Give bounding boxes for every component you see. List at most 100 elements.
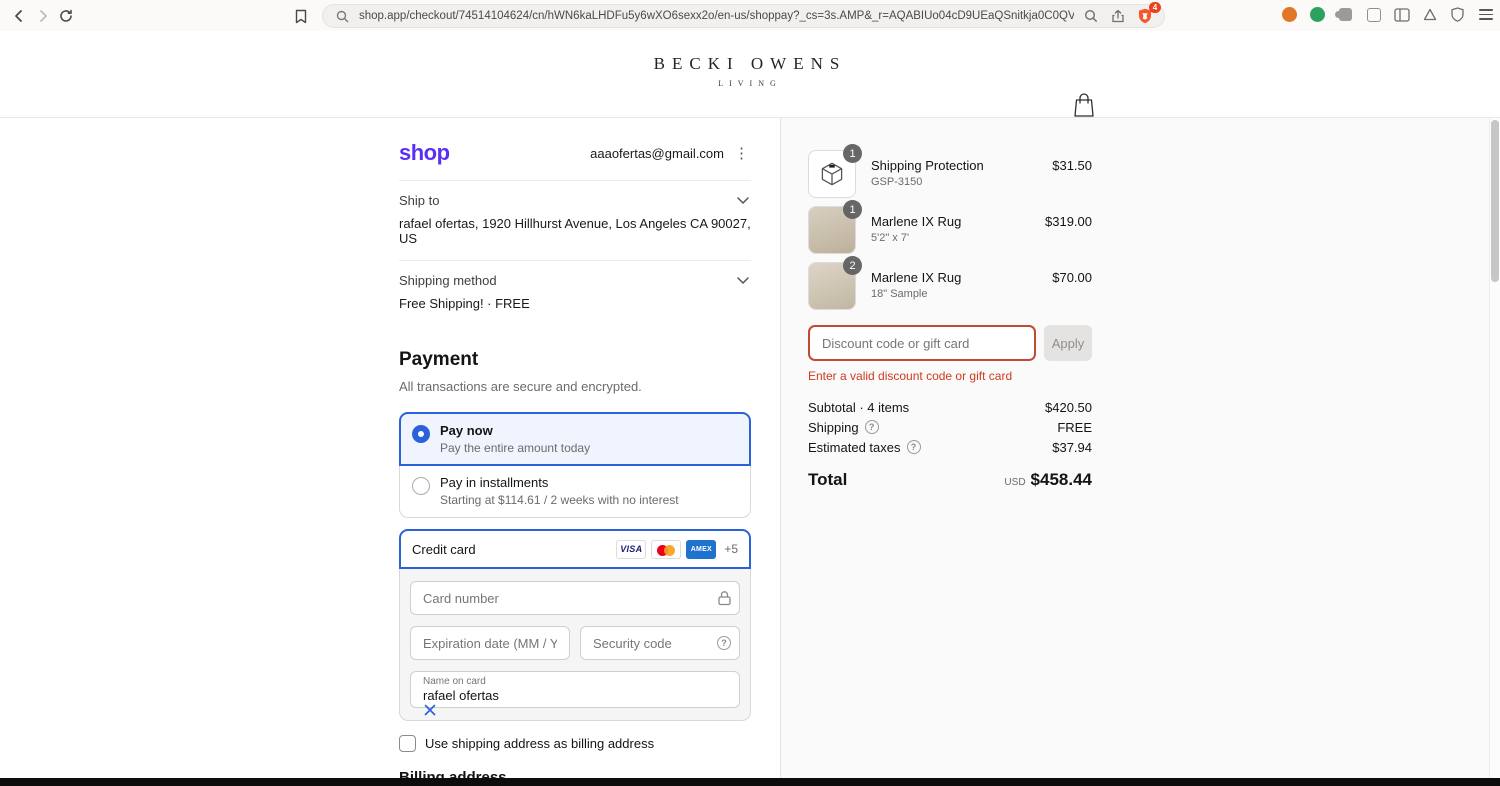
extension-green-icon[interactable] bbox=[1308, 5, 1327, 24]
cart-item: 2 Marlene IX Rug 18" Sample $70.00 bbox=[808, 256, 1092, 310]
shipping-help-icon[interactable] bbox=[864, 420, 879, 434]
apply-discount-button[interactable]: Apply bbox=[1044, 325, 1092, 361]
name-on-card-field[interactable]: Name on card rafael ofertas bbox=[410, 671, 740, 716]
bookmarks-icon[interactable] bbox=[290, 5, 312, 27]
quantity-badge: 1 bbox=[843, 144, 862, 163]
payment-options: Pay now Pay the entire amount today Pay … bbox=[399, 412, 751, 518]
shipping-method-chevron-down-icon[interactable] bbox=[735, 275, 751, 286]
browser-toolbar: shop.app/checkout/74514104624/cn/hWN6kaL… bbox=[0, 0, 1500, 31]
pay-installments-option[interactable]: Pay in installments Starting at $114.61 … bbox=[400, 465, 750, 517]
item-price: $70.00 bbox=[1052, 270, 1092, 285]
pay-installments-label: Pay in installments bbox=[440, 475, 549, 490]
pay-installments-description: Starting at $114.61 / 2 weeks with no in… bbox=[440, 493, 679, 507]
ship-to-section: Ship to rafael ofertas, 1920 Hillhurst A… bbox=[399, 181, 751, 260]
sidebar-toggle-icon[interactable] bbox=[1392, 5, 1411, 24]
store-name-sub: LIVING bbox=[718, 79, 782, 88]
extension-orange-icon[interactable] bbox=[1280, 5, 1299, 24]
search-icon bbox=[332, 6, 352, 26]
order-summary-panel: 1 Shipping Protection GSP-3150 $31.50 1 … bbox=[780, 118, 1489, 779]
brave-talk-icon[interactable] bbox=[1420, 5, 1439, 24]
rewards-shield-icon[interactable] bbox=[1448, 5, 1467, 24]
security-code-help-icon[interactable] bbox=[717, 636, 731, 650]
ship-to-chevron-down-icon[interactable] bbox=[735, 195, 751, 206]
card-number-field bbox=[410, 581, 740, 615]
item-price: $319.00 bbox=[1045, 214, 1092, 229]
shipping-label: Shipping bbox=[808, 419, 859, 435]
menu-icon[interactable] bbox=[1476, 5, 1495, 24]
shipping-method-label: Shipping method bbox=[399, 273, 497, 288]
quantity-badge: 1 bbox=[843, 200, 862, 219]
bottom-edge-bar bbox=[0, 778, 1500, 786]
lock-icon bbox=[718, 591, 731, 606]
pay-now-description: Pay the entire amount today bbox=[440, 441, 591, 455]
zoom-icon[interactable] bbox=[1081, 6, 1101, 26]
cart-bag-icon[interactable] bbox=[1071, 91, 1097, 119]
shipping-method-section: Shipping method Free Shipping! · FREE bbox=[399, 261, 751, 325]
scrollbar-thumb[interactable] bbox=[1491, 120, 1499, 282]
url-bar[interactable]: shop.app/checkout/74514104624/cn/hWN6kaL… bbox=[322, 2, 1165, 28]
clear-name-icon[interactable] bbox=[423, 704, 437, 721]
store-header: BECKI OWENS LIVING bbox=[0, 31, 1500, 118]
grand-total-row: Total USD $458.44 bbox=[808, 470, 1092, 490]
package-icon bbox=[821, 162, 843, 186]
shield-badge: 4 bbox=[1149, 2, 1161, 13]
browser-window: shop.app/checkout/74514104624/cn/hWN6kaL… bbox=[0, 0, 1500, 786]
wallet-icon[interactable] bbox=[1364, 5, 1383, 24]
item-variant: GSP-3150 bbox=[871, 176, 923, 188]
card-brand-icons: VISA AMEX +5 bbox=[616, 539, 738, 559]
shipping-value: FREE bbox=[1057, 419, 1092, 435]
quantity-badge: 2 bbox=[843, 256, 862, 275]
forward-button[interactable] bbox=[31, 4, 54, 27]
item-variant: 18" Sample bbox=[871, 288, 928, 300]
store-name: BECKI OWENS bbox=[653, 54, 847, 73]
url-text[interactable]: shop.app/checkout/74514104624/cn/hWN6kaL… bbox=[359, 10, 1074, 22]
billing-same-checkbox-row[interactable]: Use shipping address as billing address bbox=[399, 735, 751, 752]
reload-button[interactable] bbox=[54, 4, 77, 27]
taxes-label: Estimated taxes bbox=[808, 439, 901, 455]
pay-installments-radio[interactable] bbox=[412, 477, 430, 495]
account-menu-icon[interactable] bbox=[732, 144, 751, 163]
credit-card-form: Name on card rafael ofertas bbox=[399, 569, 751, 721]
subtotal-label: Subtotal · 4 items bbox=[808, 399, 910, 415]
expiration-field bbox=[410, 626, 570, 660]
extensions-area bbox=[1280, 5, 1495, 24]
shipping-row: Shipping FREE bbox=[808, 417, 1092, 437]
extensions-puzzle-icon[interactable] bbox=[1335, 5, 1355, 24]
discount-code-input[interactable] bbox=[808, 325, 1036, 361]
discount-row: Apply bbox=[808, 325, 1092, 361]
checkout-form: shop aaaofertas@gmail.com Ship to rafael… bbox=[399, 118, 751, 786]
total-currency: USD bbox=[1004, 477, 1026, 488]
item-thumbnail: 1 bbox=[808, 200, 862, 254]
billing-same-label: Use shipping address as billing address bbox=[425, 736, 655, 751]
discount-error-message: Enter a valid discount code or gift card bbox=[808, 369, 1013, 383]
payment-heading: Payment bbox=[399, 349, 479, 370]
taxes-row: Estimated taxes $37.94 bbox=[808, 437, 1092, 457]
total-label: Total bbox=[808, 470, 848, 489]
pay-now-radio[interactable] bbox=[412, 425, 430, 443]
amex-icon: AMEX bbox=[686, 539, 717, 559]
store-brand: BECKI OWENS LIVING bbox=[0, 54, 1500, 88]
security-code-input[interactable] bbox=[580, 626, 740, 660]
page-scrollbar bbox=[1489, 118, 1500, 779]
taxes-help-icon[interactable] bbox=[906, 440, 921, 454]
pay-now-option[interactable]: Pay now Pay the entire amount today bbox=[399, 412, 751, 466]
brave-shield-icon[interactable]: 4 bbox=[1135, 2, 1161, 26]
totals-section: Subtotal · 4 items $420.50 Shipping FREE… bbox=[808, 397, 1092, 490]
item-title: Marlene IX Rug bbox=[871, 214, 962, 229]
share-icon[interactable] bbox=[1108, 6, 1128, 26]
item-thumbnail: 2 bbox=[808, 256, 862, 310]
shipping-method-value: Free Shipping! · FREE bbox=[399, 296, 530, 311]
subtotal-value: $420.50 bbox=[1045, 399, 1092, 415]
cart-item: 1 Shipping Protection GSP-3150 $31.50 bbox=[808, 144, 1092, 198]
subtotal-row: Subtotal · 4 items $420.50 bbox=[808, 397, 1092, 417]
account-email: aaaofertas@gmail.com bbox=[590, 145, 724, 161]
credit-card-method-tab[interactable]: Credit card VISA AMEX +5 bbox=[399, 529, 751, 569]
expiration-input[interactable] bbox=[410, 626, 570, 660]
back-button[interactable] bbox=[7, 4, 30, 27]
total-amount: $458.44 bbox=[1030, 470, 1092, 489]
card-number-input[interactable] bbox=[410, 581, 740, 615]
taxes-value: $37.94 bbox=[1052, 439, 1092, 455]
billing-same-checkbox[interactable] bbox=[399, 735, 416, 752]
item-title: Shipping Protection bbox=[871, 158, 984, 173]
name-on-card-label: Name on card bbox=[423, 676, 486, 687]
